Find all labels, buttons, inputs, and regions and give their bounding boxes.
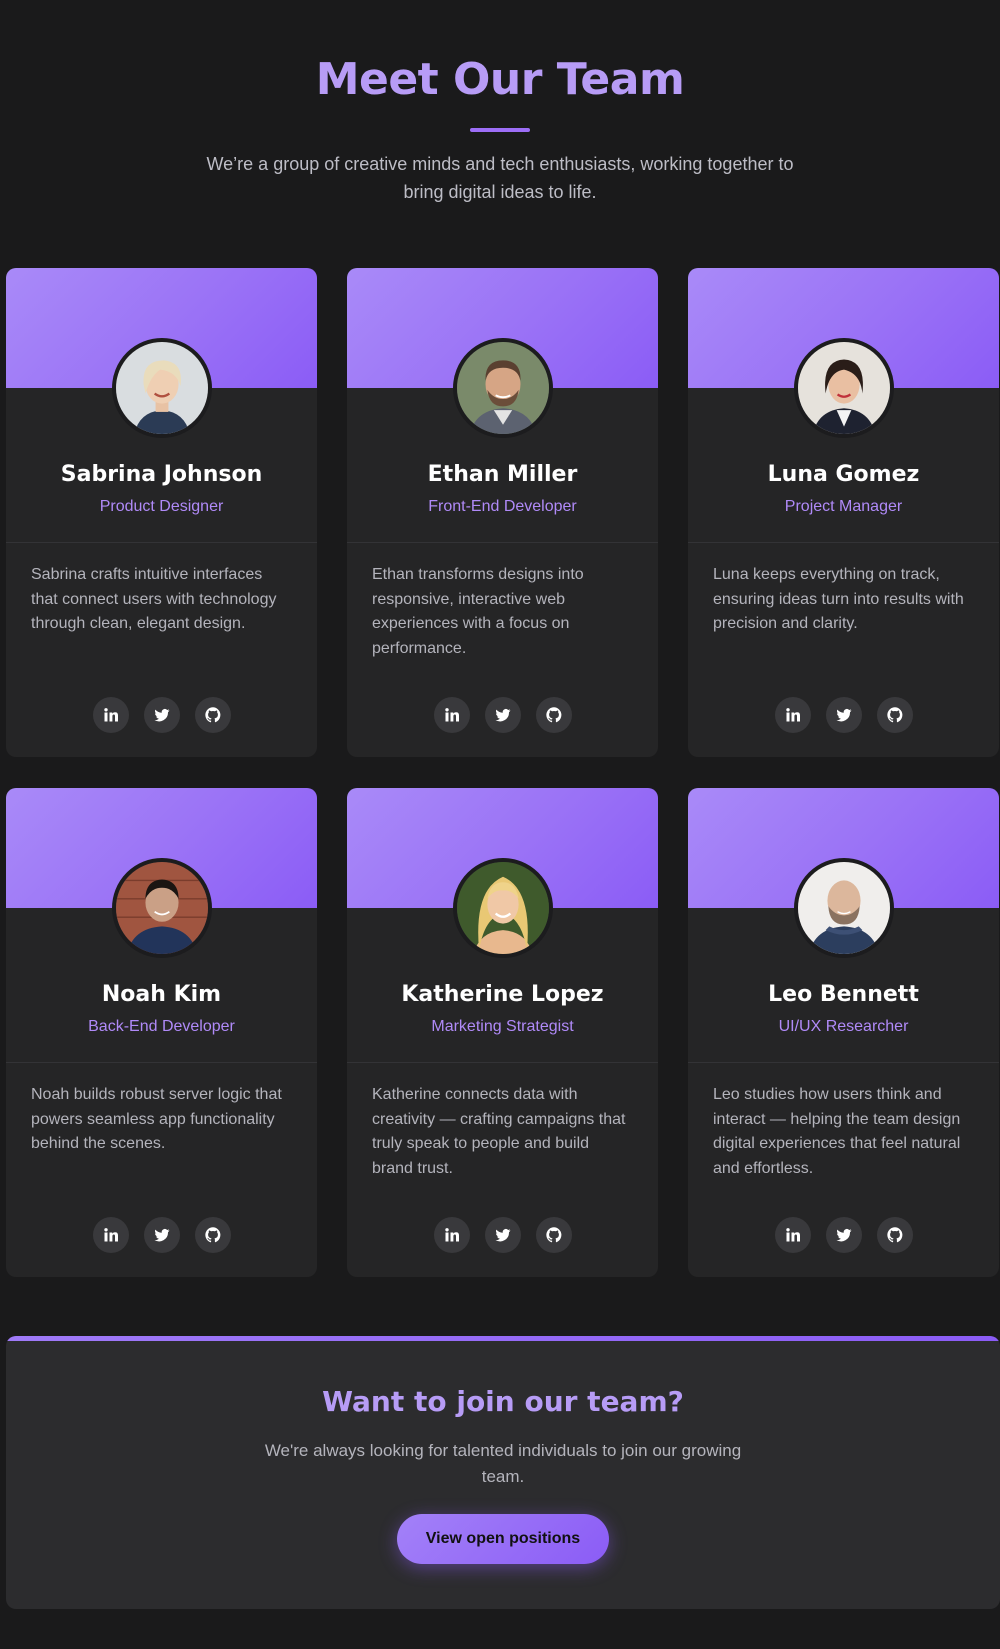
twitter-icon xyxy=(154,1227,170,1243)
twitter-icon xyxy=(836,1227,852,1243)
member-bio: Noah builds robust server logic that pow… xyxy=(31,1086,282,1152)
member-bio: Leo studies how users think and interact… xyxy=(713,1086,961,1177)
github-icon xyxy=(545,1227,562,1243)
linkedin-icon xyxy=(444,1227,460,1243)
linkedin-link-noah-kim[interactable] xyxy=(92,1217,129,1253)
team-card-katherine-lopez: Katherine Lopez Marketing Strategist Kathe… xyxy=(347,788,658,1277)
member-role: Back-End Developer xyxy=(88,1018,235,1035)
cta-title: Want to join our team? xyxy=(322,1385,684,1418)
twitter-link-katherine-lopez[interactable] xyxy=(484,1217,521,1253)
member-role: UI/UX Researcher xyxy=(778,1018,909,1035)
member-name: Leo Bennett xyxy=(768,982,919,1007)
linkedin-link-katherine-lopez[interactable] xyxy=(433,1217,470,1253)
page-title: Meet Our Team xyxy=(315,54,685,105)
social-links xyxy=(347,1217,658,1253)
team-card-leo-bennett: Leo Bennett UI/UX Researcher Leo studies h… xyxy=(688,788,999,1277)
page-header: Meet Our Team We’re a group of creative … xyxy=(0,0,1000,206)
linkedin-link-leo-bennett[interactable] xyxy=(774,1217,811,1253)
twitter-link-ethan-miller[interactable] xyxy=(484,697,521,733)
twitter-icon xyxy=(495,707,511,723)
team-card-sabrina-johnson: Sabrina Johnson Product Designer Sabrina c… xyxy=(6,268,317,757)
twitter-link-leo-bennett[interactable] xyxy=(825,1217,862,1253)
twitter-icon xyxy=(154,707,170,723)
avatar-ethan-miller xyxy=(452,338,553,438)
member-role: Front-End Developer xyxy=(428,498,577,515)
team-page: Meet Our Team We’re a group of creative … xyxy=(0,0,1000,1649)
member-role: Product Designer xyxy=(99,498,224,515)
social-links xyxy=(6,697,317,733)
twitter-icon xyxy=(836,707,852,723)
team-card-noah-kim: Noah Kim Back-End Developer Noah builds ro… xyxy=(6,788,317,1277)
github-link-sabrina-johnson[interactable] xyxy=(194,697,231,733)
social-links xyxy=(688,1217,999,1253)
avatar-katherine-lopez xyxy=(452,858,553,958)
github-link-ethan-miller[interactable] xyxy=(535,697,572,733)
github-link-katherine-lopez[interactable] xyxy=(535,1217,572,1253)
member-name: Sabrina Johnson xyxy=(60,462,263,487)
social-links xyxy=(6,1217,317,1253)
linkedin-link-sabrina-johnson[interactable] xyxy=(92,697,129,733)
member-role: Marketing Strategist xyxy=(431,1018,574,1035)
member-name: Ethan Miller xyxy=(427,462,578,487)
avatar-sabrina-johnson xyxy=(111,338,212,438)
avatar-leo-bennett xyxy=(793,858,894,958)
view-open-positions-button[interactable]: View open positions xyxy=(397,1514,609,1564)
team-grid: Sabrina Johnson Product Designer Sabrina c… xyxy=(6,268,1000,1277)
github-icon xyxy=(545,707,562,723)
member-name: Noah Kim xyxy=(101,982,222,1007)
github-link-leo-bennett[interactable] xyxy=(876,1217,913,1253)
member-bio: Luna keeps everything on track, ensuring… xyxy=(713,566,964,632)
github-link-noah-kim[interactable] xyxy=(194,1217,231,1253)
twitter-icon xyxy=(495,1227,511,1243)
cta-accent-bar xyxy=(6,1336,1000,1341)
social-links xyxy=(688,697,999,733)
cta-text: We're always looking for talented indivi… xyxy=(264,1441,742,1486)
twitter-link-luna-gomez[interactable] xyxy=(825,697,862,733)
linkedin-icon xyxy=(103,1227,119,1243)
linkedin-icon xyxy=(103,707,119,723)
member-name: Katherine Lopez xyxy=(401,982,604,1007)
member-bio: Sabrina crafts intuitive interfaces that… xyxy=(31,566,277,632)
join-team-section: Want to join our team? We're always look… xyxy=(6,1336,1000,1609)
github-link-luna-gomez[interactable] xyxy=(876,697,913,733)
linkedin-icon xyxy=(444,707,460,723)
member-name: Luna Gomez xyxy=(767,462,920,487)
avatar-noah-kim xyxy=(111,858,212,958)
team-card-ethan-miller: Ethan Miller Front-End Developer Ethan tra… xyxy=(347,268,658,757)
github-icon xyxy=(204,1227,221,1243)
team-card-luna-gomez: Luna Gomez Project Manager Luna keeps ever… xyxy=(688,268,999,757)
github-icon xyxy=(204,707,221,723)
github-icon xyxy=(886,1227,903,1243)
linkedin-icon xyxy=(785,1227,801,1243)
member-bio: Katherine connects data with creativity … xyxy=(372,1086,626,1177)
twitter-link-sabrina-johnson[interactable] xyxy=(143,697,180,733)
github-icon xyxy=(886,707,903,723)
member-role: Project Manager xyxy=(784,498,903,515)
title-divider xyxy=(470,128,530,132)
linkedin-link-luna-gomez[interactable] xyxy=(774,697,811,733)
member-bio: Ethan transforms designs into responsive… xyxy=(372,566,584,657)
twitter-link-noah-kim[interactable] xyxy=(143,1217,180,1253)
linkedin-link-ethan-miller[interactable] xyxy=(433,697,470,733)
linkedin-icon xyxy=(785,707,801,723)
page-subtitle: We’re a group of creative minds and tech… xyxy=(206,154,794,202)
avatar-luna-gomez xyxy=(793,338,894,438)
social-links xyxy=(347,697,658,733)
